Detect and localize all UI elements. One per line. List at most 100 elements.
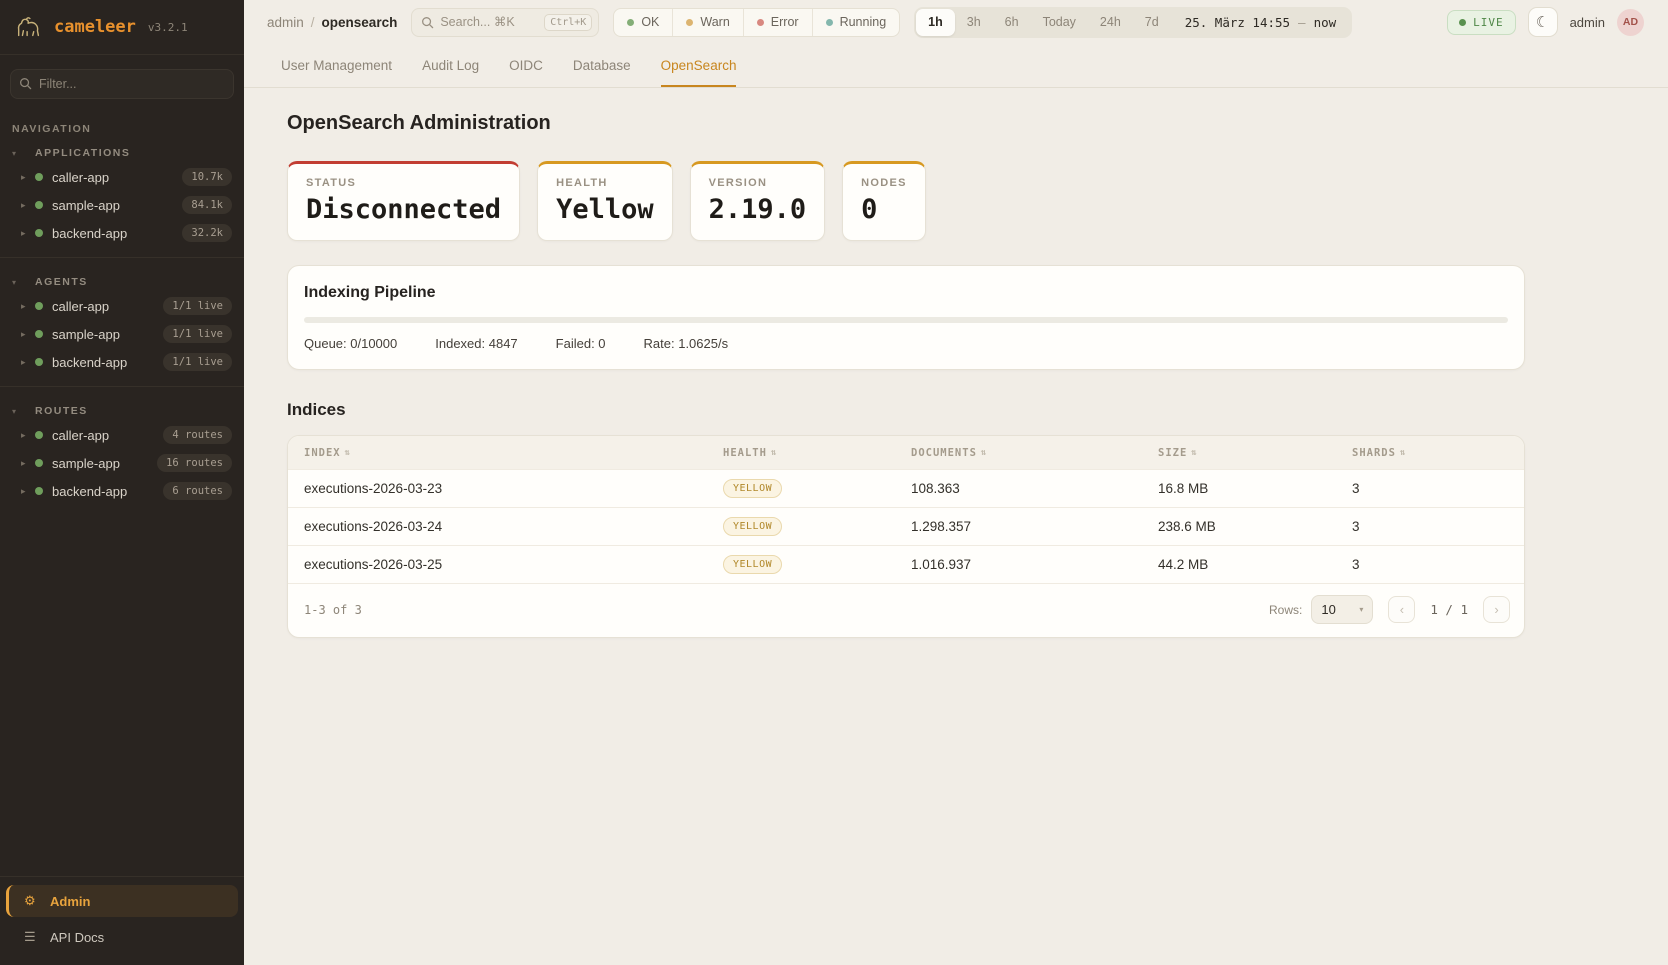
status-dot-green [35,201,43,209]
item-label: sample-app [52,198,120,213]
cell-documents: 1.298.357 [911,519,1158,534]
sidebar-item-applications-backend-app[interactable]: ▸ backend-app 32.2k [0,219,244,247]
tab-user-management[interactable]: User Management [281,58,392,87]
column-header-health[interactable]: HEALTH ⇅ [723,447,911,459]
sidebar-item-admin[interactable]: ⚙ Admin [6,885,238,917]
status-filter-error[interactable]: Error [744,9,813,36]
sidebar-item-routes-sample-app[interactable]: ▸ sample-app 16 routes [0,449,244,477]
page-content: OpenSearch Administration STATUS Disconn… [244,88,1525,638]
status-dot-green [35,229,43,237]
pagination-controls: Rows: 10 ▾ ‹ 1 / 1 › [1269,595,1510,624]
time-range-7d[interactable]: 7d [1133,9,1171,36]
table-footer: 1-3 of 3 Rows: 10 ▾ ‹ 1 / 1 › [288,583,1524,637]
chevron-right-icon: ▸ [21,430,35,441]
pagination-range: 1-3 of 3 [304,603,362,617]
sidebar-item-routes-caller-app[interactable]: ▸ caller-app 4 routes [0,421,244,449]
item-label: backend-app [52,484,127,499]
time-range-3h[interactable]: 3h [955,9,993,36]
stat-card-status: STATUS Disconnected [287,161,520,241]
status-filter-group: OK Warn Error Running [613,8,900,37]
item-label: caller-app [52,299,109,314]
tab-opensearch[interactable]: OpenSearch [661,58,737,87]
topbar: admin / opensearch Ctrl+K OK Warn E [244,0,1668,44]
sidebar-item-agents-sample-app[interactable]: ▸ sample-app 1/1 live [0,320,244,348]
status-filter-ok[interactable]: OK [614,9,673,36]
sort-icon: ⇅ [1400,448,1406,458]
app-version: v3.2.1 [148,21,188,34]
avatar[interactable]: AD [1617,9,1644,36]
theme-toggle-button[interactable]: ☾ [1528,7,1558,37]
time-range-6h[interactable]: 6h [993,9,1031,36]
sidebar-item-agents-caller-app[interactable]: ▸ caller-app 1/1 live [0,292,244,320]
status-dot-green [35,431,43,439]
sidebar-item-agents-backend-app[interactable]: ▸ backend-app 1/1 live [0,348,244,376]
nav-section-label: NAVIGATION [12,123,232,135]
cell-size: 44.2 MB [1158,557,1352,572]
status-filter-running[interactable]: Running [813,9,900,36]
section-header-applications[interactable]: ▾ APPLICATIONS [0,139,244,163]
column-header-shards[interactable]: SHARDS ⇅ [1352,447,1524,459]
red-dot-icon [757,19,764,26]
tab-oidc[interactable]: OIDC [509,58,543,87]
chevron-right-icon: ▸ [21,172,35,183]
column-header-index[interactable]: INDEX ⇅ [288,447,723,459]
search-icon [421,16,434,29]
prev-page-button[interactable]: ‹ [1388,596,1415,623]
stat-label: STATUS [306,177,501,189]
stat-label: HEALTH [556,177,654,189]
table-row[interactable]: executions-2026-03-25 YELLOW 1.016.937 4… [288,545,1524,583]
sidebar-item-api-docs[interactable]: ☰ API Docs [6,921,238,953]
status-filter-warn[interactable]: Warn [673,9,743,36]
section-header-agents[interactable]: ▾ AGENTS [0,268,244,292]
column-header-size[interactable]: SIZE ⇅ [1158,447,1352,459]
cell-size: 16.8 MB [1158,481,1352,496]
section-header-routes[interactable]: ▾ ROUTES [0,397,244,421]
sidebar-item-applications-sample-app[interactable]: ▸ sample-app 84.1k [0,191,244,219]
next-page-button[interactable]: › [1483,596,1510,623]
live-status-badge[interactable]: LIVE [1447,10,1516,35]
status-dot-green [35,173,43,181]
table-row[interactable]: executions-2026-03-23 YELLOW 108.363 16.… [288,469,1524,507]
time-range-1h[interactable]: 1h [916,9,955,36]
sort-icon: ⇅ [771,448,777,458]
chevron-right-icon: ▸ [21,301,35,312]
tab-audit-log[interactable]: Audit Log [422,58,479,87]
stat-label: VERSION [709,177,807,189]
time-range-today[interactable]: Today [1031,9,1088,36]
table-row[interactable]: executions-2026-03-24 YELLOW 1.298.357 2… [288,507,1524,545]
divider [0,257,244,258]
tab-database[interactable]: Database [573,58,631,87]
cell-index: executions-2026-03-24 [288,519,723,534]
global-search[interactable]: Ctrl+K [411,8,599,37]
section-title: AGENTS [35,276,88,288]
pipeline-title: Indexing Pipeline [304,284,1508,302]
cell-documents: 108.363 [911,481,1158,496]
sidebar-item-routes-backend-app[interactable]: ▸ backend-app 6 routes [0,477,244,505]
filter-input[interactable] [10,69,234,99]
green-dot-icon [1459,19,1466,26]
status-dot-green [35,330,43,338]
admin-tabs: User Management Audit Log OIDC Database … [244,44,1668,88]
rows-per-page-label: Rows: [1269,603,1302,617]
status-filter-label: OK [641,15,659,29]
stat-value: Yellow [556,194,654,225]
status-filter-label: Error [771,15,799,29]
indices-table: INDEX ⇅ HEALTH ⇅ DOCUMENTS ⇅ SIZE ⇅ SHAR… [287,435,1525,638]
stat-value: Disconnected [306,194,501,225]
time-range-24h[interactable]: 24h [1088,9,1133,36]
time-range-display[interactable]: 25. März 14:55 — now [1171,15,1350,30]
column-header-documents[interactable]: DOCUMENTS ⇅ [911,447,1158,459]
page-title: OpenSearch Administration [287,112,1525,135]
stat-value: 2.19.0 [709,194,807,225]
item-label: sample-app [52,327,120,342]
count-badge: 6 routes [163,482,232,500]
status-dot-green [35,302,43,310]
rows-per-page-select[interactable]: 10 ▾ [1311,595,1373,624]
cell-shards: 3 [1352,481,1524,496]
sidebar-item-applications-caller-app[interactable]: ▸ caller-app 10.7k [0,163,244,191]
admin-label: Admin [50,894,90,909]
chevron-right-icon: › [1494,602,1498,617]
breadcrumb-parent[interactable]: admin [267,15,304,30]
search-input[interactable] [440,15,538,29]
time-range-control: 1h 3h 6h Today 24h 7d 25. März 14:55 — n… [914,7,1352,38]
